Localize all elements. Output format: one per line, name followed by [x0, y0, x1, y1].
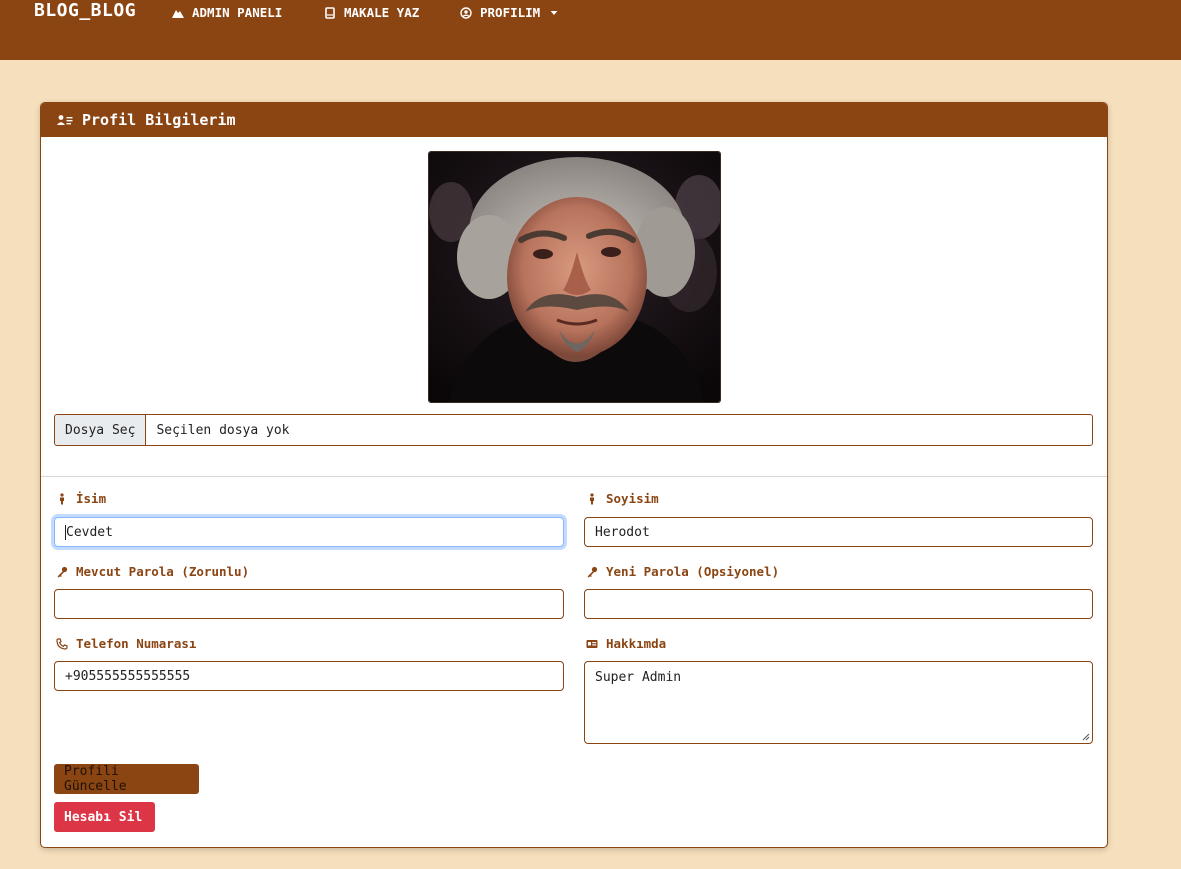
- card-header: Profil Bilgilerim: [41, 103, 1107, 137]
- card-title: Profil Bilgilerim: [82, 111, 236, 129]
- about-textarea[interactable]: Super Admin: [584, 661, 1093, 744]
- current-password-input[interactable]: [54, 589, 564, 619]
- book-icon: [325, 6, 335, 19]
- last-name-label-text: Soyisim: [606, 491, 659, 506]
- key-icon: [57, 566, 68, 577]
- photo-file-input[interactable]: Dosya Seç Seçilen dosya yok: [54, 414, 1093, 446]
- person-icon: [590, 492, 594, 504]
- last-name-label: Soyisim: [586, 491, 659, 506]
- choose-file-button[interactable]: Dosya Seç: [55, 415, 147, 445]
- brand-logo[interactable]: BLOG_BLOG: [34, 0, 136, 21]
- update-profile-button[interactable]: Profili Güncelle: [54, 764, 199, 794]
- key-icon: [587, 566, 598, 577]
- last-name-input[interactable]: Herodot: [584, 517, 1093, 547]
- first-name-label: İsim: [56, 491, 106, 506]
- section-divider: [41, 476, 1107, 477]
- nav-write-article[interactable]: MAKALE YAZ: [324, 5, 419, 20]
- caret-down-icon: [550, 10, 558, 15]
- resize-handle-icon[interactable]: [1082, 733, 1090, 741]
- top-navbar: BLOG_BLOG ADMIN PANELI MAKALE YAZ PROFIL…: [0, 0, 1181, 60]
- phone-label: Telefon Numarası: [56, 636, 196, 651]
- about-label-text: Hakkımda: [606, 636, 667, 651]
- profile-photo: [428, 151, 721, 403]
- phone-value: +905555555555555: [65, 668, 191, 684]
- user-circle-icon: [460, 6, 472, 19]
- profile-card: Profil Bilgilerim Dosya Seç Seçilen dosy…: [40, 102, 1108, 848]
- about-value: Super Admin: [595, 670, 682, 685]
- phone-label-text: Telefon Numarası: [76, 636, 197, 651]
- person-icon: [60, 492, 64, 504]
- phone-icon: [56, 637, 68, 650]
- nav-admin-panel-label: ADMIN PANELI: [192, 5, 283, 20]
- new-password-label-text: Yeni Parola (Opsiyonel): [606, 564, 780, 579]
- new-password-label: Yeni Parola (Opsiyonel): [586, 564, 779, 579]
- user-list-icon: [57, 115, 73, 125]
- mountain-icon: [172, 9, 184, 18]
- about-label: Hakkımda: [586, 636, 666, 651]
- nav-write-article-label: MAKALE YAZ: [344, 5, 420, 20]
- nav-admin-panel[interactable]: ADMIN PANELI: [172, 5, 282, 20]
- delete-account-button[interactable]: Hesabı Sil: [54, 802, 155, 832]
- first-name-value: Cevdet: [66, 524, 113, 540]
- new-password-input[interactable]: [584, 589, 1093, 619]
- nav-profile-label: PROFILIM: [480, 5, 541, 20]
- first-name-input[interactable]: Cevdet: [54, 517, 564, 547]
- phone-input[interactable]: +905555555555555: [54, 661, 564, 691]
- first-name-label-text: İsim: [76, 491, 107, 506]
- id-card-icon: [586, 639, 598, 648]
- nav-profile-dropdown[interactable]: PROFILIM: [460, 5, 558, 20]
- last-name-value: Herodot: [595, 524, 650, 540]
- current-password-label: Mevcut Parola (Zorunlu): [56, 564, 249, 579]
- current-password-label-text: Mevcut Parola (Zorunlu): [76, 564, 250, 579]
- file-status-text: Seçilen dosya yok: [156, 422, 290, 438]
